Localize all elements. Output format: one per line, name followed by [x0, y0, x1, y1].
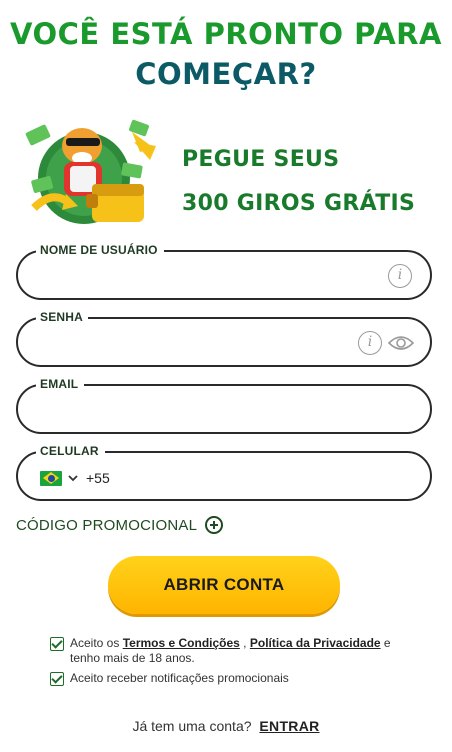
- login-link[interactable]: ENTRAR: [259, 718, 319, 734]
- username-input[interactable]: [38, 264, 358, 288]
- info-icon[interactable]: i: [358, 331, 382, 355]
- field-border-line: [168, 250, 318, 252]
- plus-circle-icon[interactable]: [205, 516, 224, 534]
- login-prompt-line: Já tem uma conta? ENTRAR: [0, 718, 452, 734]
- info-icon[interactable]: i: [388, 264, 412, 288]
- terms-text: Aceito os Termos e Condições , Política …: [70, 636, 400, 666]
- notifications-checkbox[interactable]: [50, 672, 64, 686]
- promo-banner: PEGUE SEUS 300 GIROS GRÁTIS: [22, 116, 442, 232]
- chevron-down-icon: [68, 475, 78, 482]
- field-border-line: [108, 451, 318, 453]
- terms-link[interactable]: Termos e Condições: [123, 636, 240, 650]
- brazil-flag-icon: [40, 470, 62, 486]
- terms-checkbox[interactable]: [50, 637, 64, 651]
- username-field[interactable]: NOME DE USUÁRIO i: [16, 243, 432, 300]
- terms-separator: ,: [239, 636, 250, 650]
- password-label: SENHA: [36, 310, 90, 324]
- phone-country-selector[interactable]: +55: [40, 469, 110, 487]
- tiger-mascot-with-wallet-icon: [25, 119, 156, 224]
- notifications-consent[interactable]: Aceito receber notificações promocionais: [50, 671, 400, 686]
- username-label: NOME DE USUÁRIO: [36, 243, 164, 257]
- notifications-text: Aceito receber notificações promocionais: [70, 671, 289, 685]
- email-field[interactable]: EMAIL: [16, 377, 432, 434]
- password-field[interactable]: SENHA i: [16, 310, 432, 367]
- phone-country-code: +55: [86, 470, 110, 486]
- privacy-link[interactable]: Política da Privacidade: [250, 636, 381, 650]
- promo-code-toggle[interactable]: CÓDIGO PROMOCIONAL: [16, 514, 224, 536]
- promo-line-1: PEGUE SEUS: [182, 147, 340, 172]
- login-prompt: Já tem uma conta?: [132, 718, 252, 734]
- field-border-line: [88, 384, 318, 386]
- phone-label: CELULAR: [36, 444, 105, 458]
- open-account-button[interactable]: ABRIR CONTA: [108, 556, 340, 614]
- promo-text: PEGUE SEUS 300 GIROS GRÁTIS: [182, 138, 415, 226]
- page-headline: VOCÊ ESTÁ PRONTO PARA COMEÇAR?: [0, 14, 452, 94]
- field-border-line: [88, 317, 318, 319]
- email-input[interactable]: [38, 398, 358, 422]
- headline-line-1: VOCÊ ESTÁ PRONTO PARA: [10, 17, 442, 51]
- password-input[interactable]: [38, 331, 358, 355]
- terms-consent[interactable]: Aceito os Termos e Condições , Política …: [50, 636, 400, 666]
- promo-code-label: CÓDIGO PROMOCIONAL: [16, 516, 198, 534]
- phone-field[interactable]: CELULAR +55: [16, 444, 432, 501]
- headline-line-2: COMEÇAR?: [135, 57, 317, 91]
- terms-prefix: Aceito os: [70, 636, 120, 650]
- email-label: EMAIL: [36, 377, 85, 391]
- promo-line-2: 300 GIROS GRÁTIS: [182, 191, 416, 216]
- eye-icon[interactable]: [388, 335, 414, 351]
